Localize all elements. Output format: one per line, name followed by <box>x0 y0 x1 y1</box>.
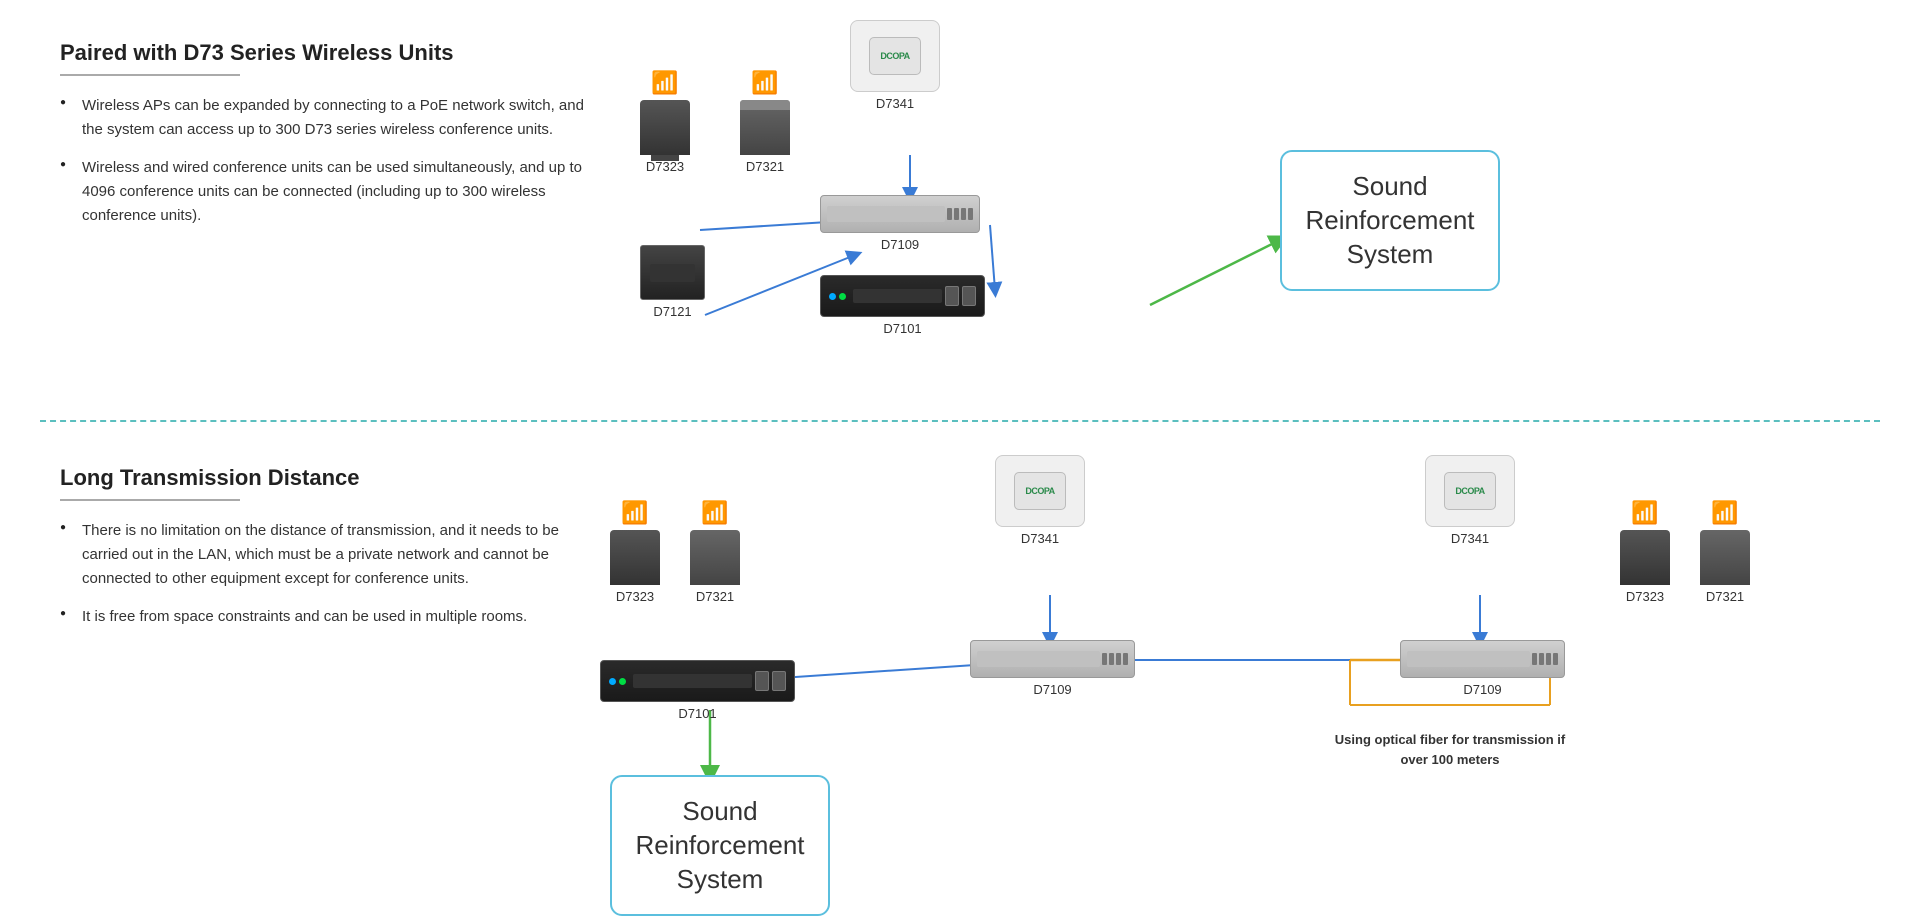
bottom-diagram: 📶 D7323 📶 D7321 <box>580 445 1920 905</box>
fiber-note: Using optical fiber for transmission if … <box>1330 730 1570 769</box>
top-d7321: 📶 D7321 <box>740 70 790 174</box>
bot-d7321-2: 📶 D7321 <box>1700 500 1750 604</box>
bot-d7341-1-label: D7341 <box>1021 531 1059 546</box>
bottom-title-underline <box>60 499 240 501</box>
bot-d7341-1: DCOPA D7341 <box>995 455 1085 546</box>
bottom-bullet-list: There is no limitation on the distance o… <box>60 519 600 629</box>
wifi-icon-bot-d7321: 📶 <box>701 500 728 526</box>
bot-d7321: 📶 D7321 <box>690 500 740 604</box>
bot-d7323-2-label: D7323 <box>1626 589 1664 604</box>
wifi-icon-bot-d7323: 📶 <box>621 500 648 526</box>
top-srs-box: SoundReinforcementSystem <box>1280 150 1500 291</box>
top-d7121-label: D7121 <box>653 304 691 319</box>
wifi-icon-d7321: 📶 <box>751 70 778 96</box>
top-title: Paired with D73 Series Wireless Units <box>60 40 600 66</box>
bot-d7109-1: D7109 <box>970 640 1135 697</box>
bot-d7321-2-label: D7321 <box>1706 589 1744 604</box>
top-d7341-label: D7341 <box>876 96 914 111</box>
bot-srs-box: SoundReinforcementSystem <box>610 775 830 916</box>
page-container: Paired with D73 Series Wireless Units Wi… <box>0 0 1920 905</box>
section-divider <box>40 420 1880 422</box>
bottom-title: Long Transmission Distance <box>60 465 600 491</box>
top-d7101-label: D7101 <box>883 321 921 336</box>
bottom-text-panel: Long Transmission Distance There is no l… <box>60 465 600 643</box>
bot-d7321-label: D7321 <box>696 589 734 604</box>
top-arrows-svg <box>620 10 1870 410</box>
bottom-section: Long Transmission Distance There is no l… <box>0 435 1920 905</box>
wifi-icon-bot-d7323-2: 📶 <box>1631 500 1658 526</box>
top-diagram-wrapper: 📶 D7323 📶 D7321 <box>620 10 1870 410</box>
top-text-panel: Paired with D73 Series Wireless Units Wi… <box>60 40 600 242</box>
top-d7109: D7109 <box>820 195 980 252</box>
bot-d7101-label: D7101 <box>678 706 716 721</box>
bot-d7323: 📶 D7323 <box>610 500 660 604</box>
top-srs-text: SoundReinforcementSystem <box>1304 170 1476 271</box>
bot-d7109-2: D7109 <box>1400 640 1565 697</box>
top-d7101: D7101 <box>820 275 985 336</box>
top-bullet-1: Wireless APs can be expanded by connecti… <box>60 94 600 142</box>
top-section: Paired with D73 Series Wireless Units Wi… <box>0 0 1920 420</box>
bot-d7323-label: D7323 <box>616 589 654 604</box>
bottom-bullet-2: It is free from space constraints and ca… <box>60 605 600 629</box>
top-d7109-label: D7109 <box>881 237 919 252</box>
bot-srs-text: SoundReinforcementSystem <box>634 795 806 896</box>
top-d7323: 📶 D7323 <box>640 70 690 174</box>
bot-d7109-1-label: D7109 <box>1033 682 1071 697</box>
top-diagram: 📶 D7323 📶 D7321 <box>620 10 1920 420</box>
bot-d7341-2-label: D7341 <box>1451 531 1489 546</box>
top-bullet-list: Wireless APs can be expanded by connecti… <box>60 94 600 228</box>
wifi-icon-bot-d7321-2: 📶 <box>1711 500 1738 526</box>
bottom-bullet-1: There is no limitation on the distance o… <box>60 519 600 591</box>
top-d7321-label: D7321 <box>746 159 784 174</box>
top-d7323-label: D7323 <box>646 159 684 174</box>
bot-d7109-2-label: D7109 <box>1463 682 1501 697</box>
top-title-underline <box>60 74 240 76</box>
top-bullet-2: Wireless and wired conference units can … <box>60 156 600 228</box>
bot-d7323-2: 📶 D7323 <box>1620 500 1670 604</box>
top-d7341: DCOPA D7341 <box>850 20 940 111</box>
bot-d7341-2: DCOPA D7341 <box>1425 455 1515 546</box>
bottom-diagram-wrapper: 📶 D7323 📶 D7321 <box>580 445 1900 905</box>
bot-d7101: D7101 <box>600 660 795 721</box>
top-d7121: D7121 <box>640 245 705 319</box>
wifi-icon-d7323: 📶 <box>651 70 678 96</box>
